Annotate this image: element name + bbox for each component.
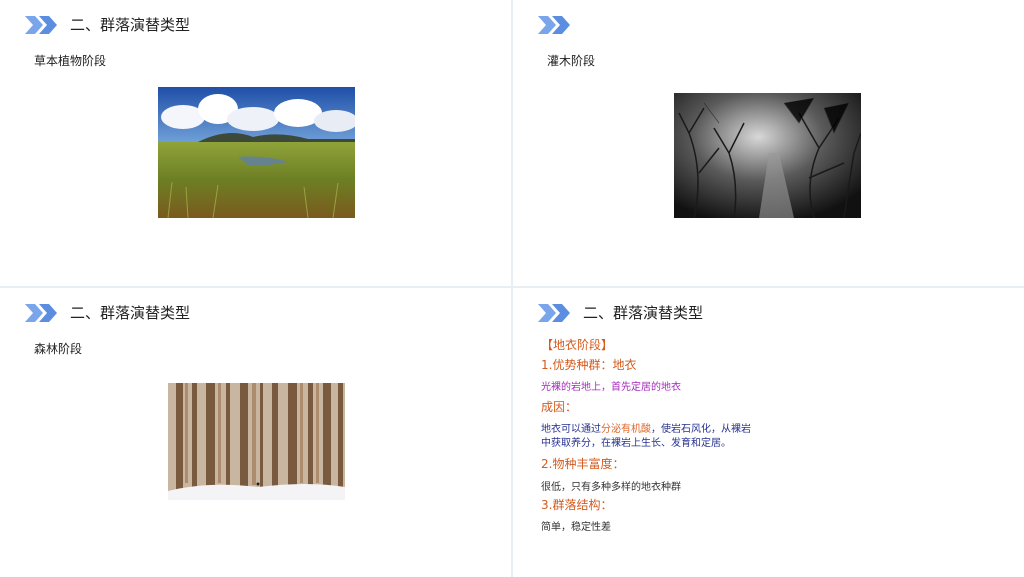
slide-title: 二、群落演替类型 — [583, 304, 704, 322]
community-structure-heading: 3.群落结构： — [541, 498, 613, 512]
slide-herbaceous-stage[interactable]: 二、群落演替类型 草本植物阶段 — [0, 0, 511, 286]
dominant-species-text: 光裸的岩地上，首先定居的地衣 — [541, 382, 681, 393]
grassland-photo — [158, 87, 355, 218]
cause-heading: 成因： — [541, 400, 578, 414]
slide-forest-stage[interactable]: 二、群落演替类型 森林阶段 — [0, 288, 511, 577]
double-chevron-icon — [538, 304, 570, 322]
highlight-organic-acid: 分泌有机酸 — [601, 424, 651, 435]
slide-title: 二、群落演替类型 — [70, 304, 191, 322]
snowy-forest-photo — [168, 383, 345, 500]
stage-label: 灌木阶段 — [547, 54, 596, 68]
slide-lichen-stage[interactable]: 二、群落演替类型 【地衣阶段】 1.优势种群：地衣 光裸的岩地上，首先定居的地衣… — [513, 288, 1024, 577]
community-structure-text: 简单，稳定性差 — [541, 522, 611, 533]
cause-text-line1: 地衣可以通过分泌有机酸，使岩石风化，从裸岩 — [541, 424, 751, 435]
double-chevron-icon — [25, 304, 57, 322]
stage-label: 草本植物阶段 — [34, 54, 107, 68]
slide-shrub-stage[interactable]: 灌木阶段 — [513, 0, 1024, 286]
double-chevron-icon — [25, 16, 57, 34]
double-chevron-icon — [538, 16, 570, 34]
cause-text-line2: 中获取养分，在裸岩上生长、发育和定居。 — [541, 438, 731, 449]
stage-label: 森林阶段 — [34, 342, 83, 356]
species-richness-text: 很低，只有多种多样的地衣种群 — [541, 482, 681, 493]
stage-heading: 【地衣阶段】 — [541, 338, 614, 352]
species-richness-heading: 2.物种丰富度： — [541, 457, 625, 471]
dominant-species-heading: 1.优势种群：地衣 — [541, 358, 637, 372]
shrubland-bw-photo — [674, 93, 861, 218]
slide-title: 二、群落演替类型 — [70, 16, 191, 34]
